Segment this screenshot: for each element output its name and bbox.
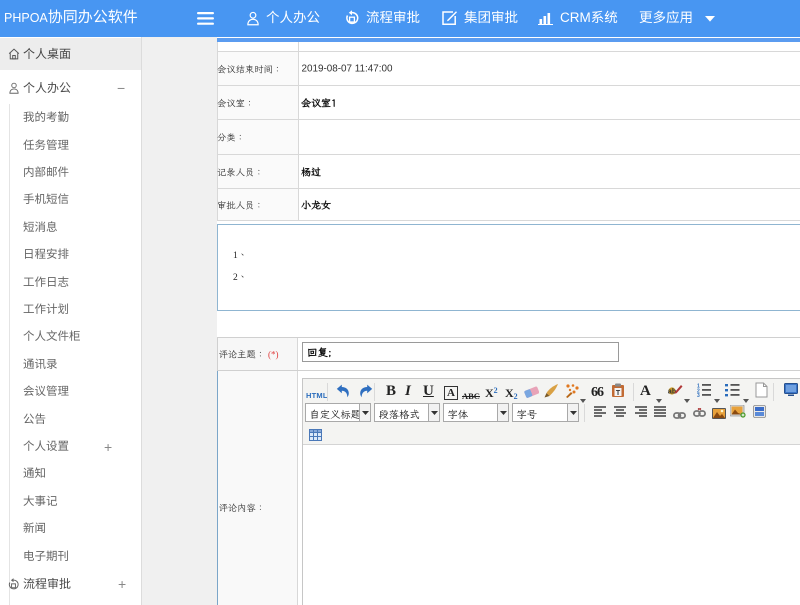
svg-text:ab: ab — [668, 389, 676, 396]
svg-text:T: T — [616, 390, 621, 397]
svg-text:3: 3 — [697, 393, 700, 397]
